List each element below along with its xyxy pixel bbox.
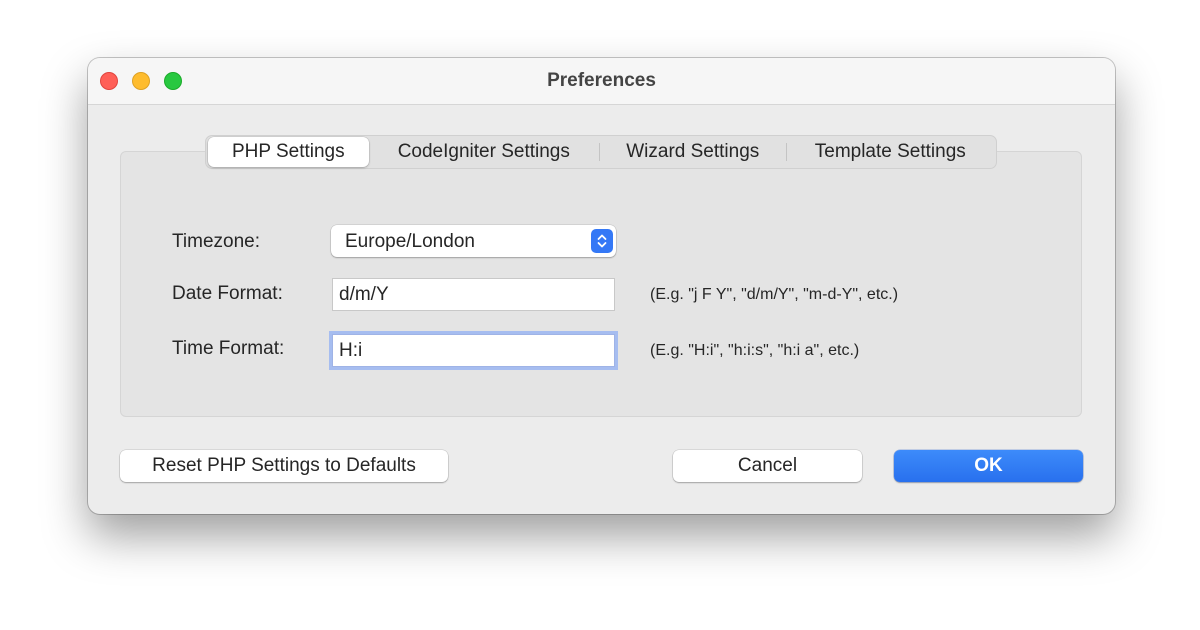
window-title: Preferences — [547, 70, 656, 91]
tab-php-settings[interactable]: PHP Settings — [208, 137, 369, 167]
date-format-hint: (E.g. "j F Y", "d/m/Y", "m-d-Y", etc.) — [650, 286, 899, 303]
timezone-label: Timezone: — [172, 231, 260, 252]
tab-template-settings[interactable]: Template Settings — [787, 137, 994, 167]
reset-defaults-button[interactable]: Reset PHP Settings to Defaults — [120, 450, 448, 482]
title-bar[interactable]: Preferences — [88, 58, 1115, 105]
tab-wizard-settings[interactable]: Wizard Settings — [600, 137, 786, 167]
ok-button[interactable]: OK — [894, 450, 1083, 482]
up-down-chevrons-icon — [591, 229, 613, 253]
cancel-button[interactable]: Cancel — [673, 450, 862, 482]
time-format-hint: (E.g. "H:i", "h:i:s", "h:i a", etc.) — [650, 342, 860, 359]
time-format-field[interactable] — [332, 334, 615, 367]
time-format-label: Time Format: — [172, 338, 285, 359]
tab-bar: PHP Settings CodeIgniter Settings Wizard… — [205, 135, 997, 169]
tab-codeigniter-settings[interactable]: CodeIgniter Settings — [369, 137, 599, 167]
timezone-value: Europe/London — [345, 231, 475, 252]
timezone-select[interactable]: Europe/London — [331, 225, 616, 257]
date-format-field[interactable] — [332, 278, 615, 311]
preferences-window: Preferences PHP Settings CodeIgniter Set… — [88, 58, 1115, 514]
date-format-label: Date Format: — [172, 283, 283, 304]
